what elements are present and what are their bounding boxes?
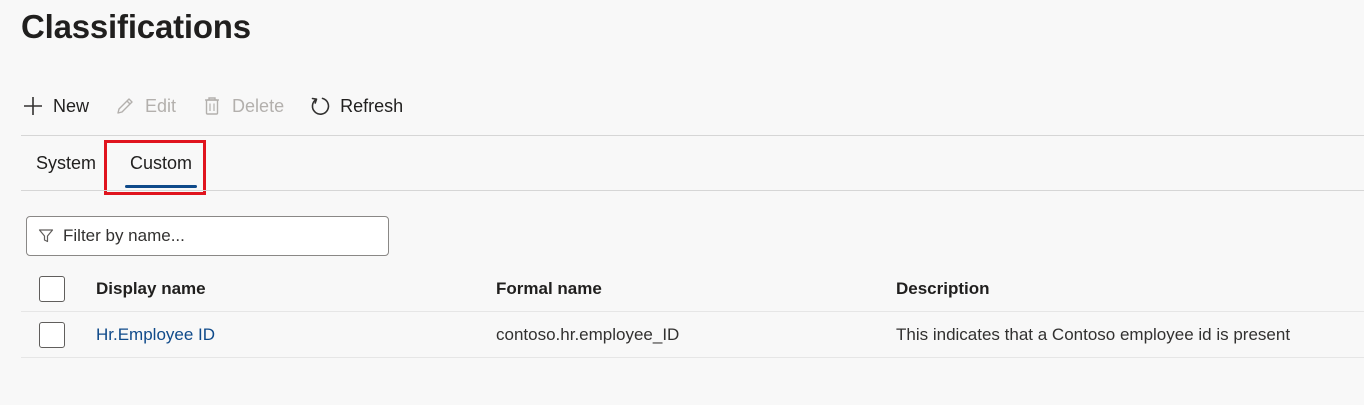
toolbar-divider — [21, 135, 1364, 136]
display-name-cell: Hr.Employee ID — [96, 325, 496, 345]
new-button[interactable]: New — [21, 94, 89, 118]
select-all-checkbox[interactable] — [39, 275, 65, 302]
tabs-divider — [21, 190, 1364, 191]
edit-button-label: Edit — [145, 95, 177, 116]
classifications-table: Display name Formal name Description Hr.… — [21, 266, 1364, 358]
column-header-description[interactable]: Description — [896, 279, 1364, 299]
page-title: Classifications — [21, 8, 251, 45]
trash-icon — [200, 94, 224, 118]
filter-input[interactable] — [63, 226, 363, 246]
formal-name-cell: contoso.hr.employee_ID — [496, 324, 680, 344]
tab-system[interactable]: System — [21, 136, 111, 190]
refresh-button[interactable]: Refresh — [308, 94, 403, 118]
new-button-label: New — [53, 95, 90, 116]
pencil-icon — [113, 94, 137, 118]
column-header-display-name[interactable]: Display name — [96, 279, 496, 299]
delete-button[interactable]: Delete — [200, 94, 284, 118]
table-row: Hr.Employee ID contoso.hr.employee_ID Th… — [21, 312, 1364, 358]
edit-button[interactable]: Edit — [113, 94, 176, 118]
table-header-row: Display name Formal name Description — [21, 266, 1364, 312]
row-checkbox[interactable] — [39, 321, 65, 348]
refresh-icon — [308, 94, 332, 118]
plus-icon — [21, 94, 45, 118]
column-header-formal-name[interactable]: Formal name — [496, 279, 896, 299]
delete-button-label: Delete — [232, 95, 285, 116]
filter-box[interactable] — [26, 216, 389, 256]
filter-icon — [37, 227, 55, 245]
row-select-cell — [21, 321, 96, 348]
refresh-button-label: Refresh — [340, 95, 404, 116]
description-cell: This indicates that a Contoso employee i… — [896, 324, 1291, 344]
command-bar: New Edit Delete Refresh — [21, 88, 427, 124]
display-name-link[interactable]: Hr.Employee ID — [96, 325, 215, 344]
highlight-annotation — [104, 140, 206, 195]
select-all-cell — [21, 275, 96, 302]
